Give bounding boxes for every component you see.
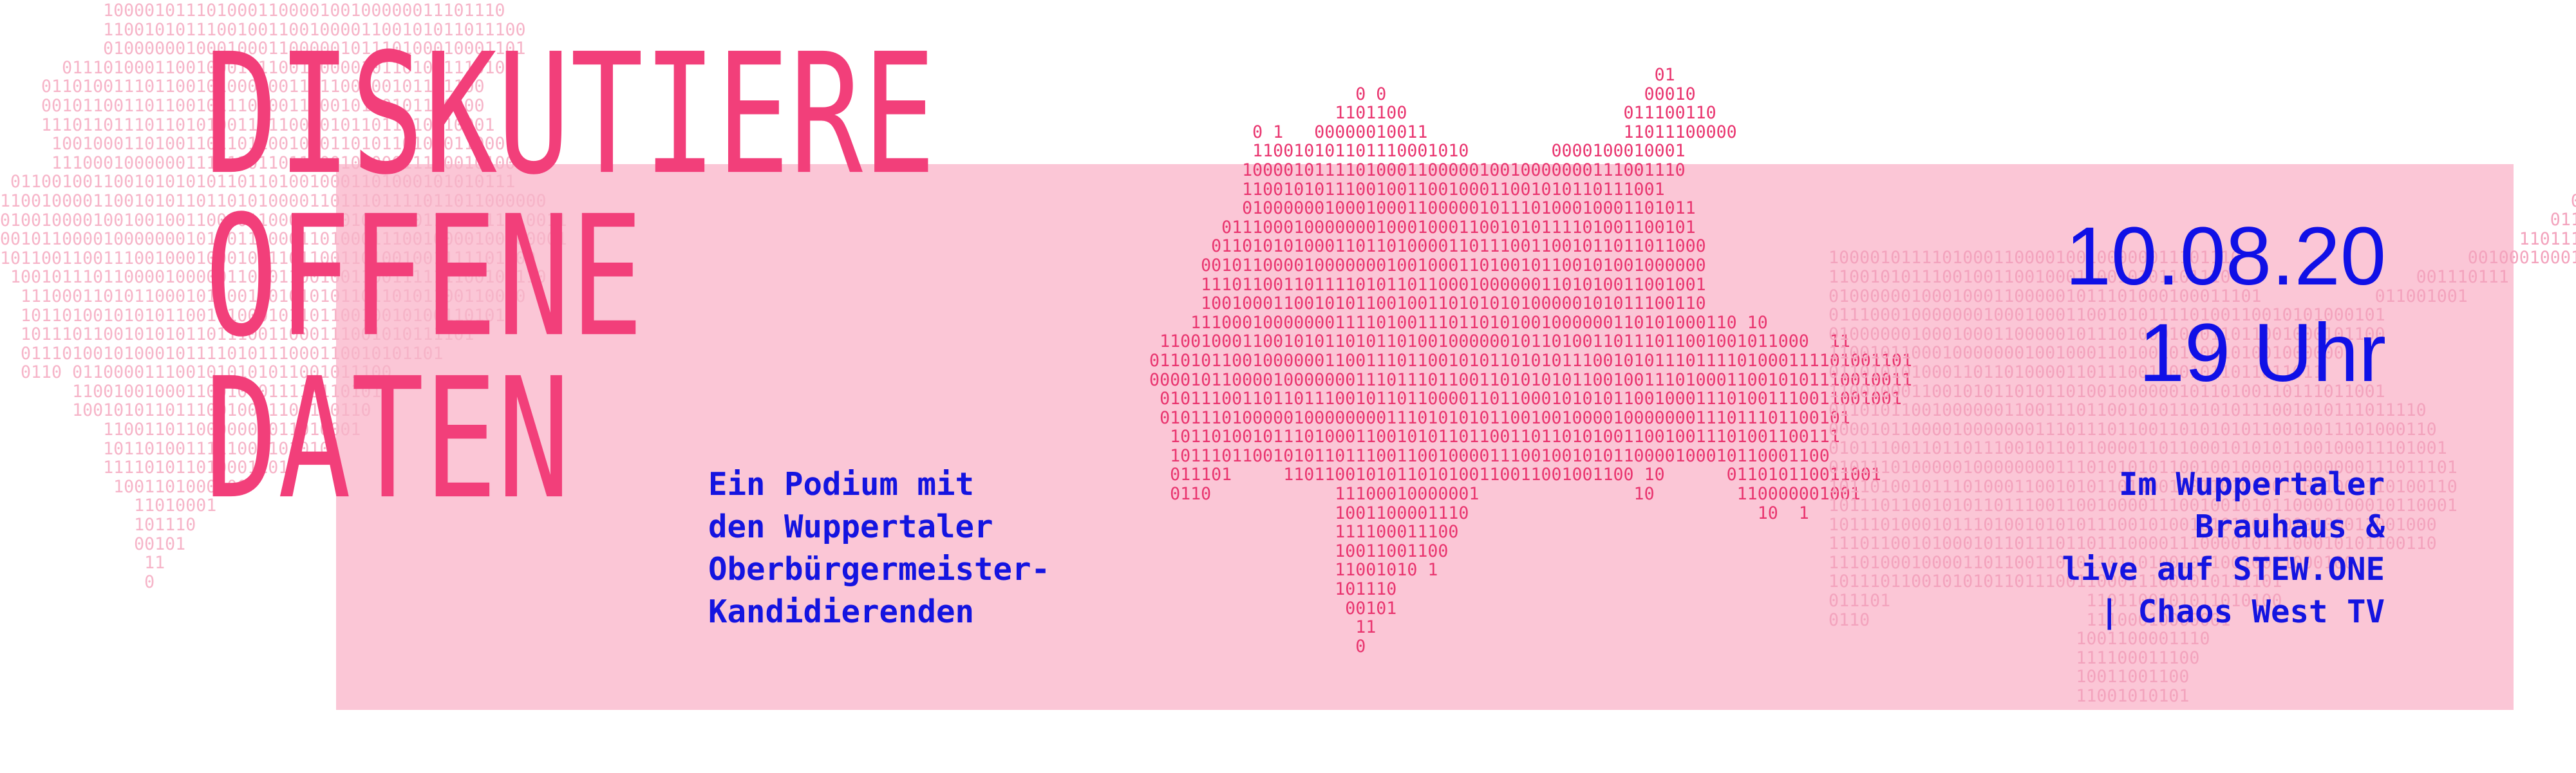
subtitle: Ein Podium mit den Wuppertaler Oberbürge… [708,463,1050,633]
venue-line-1: Im Wuppertaler [2118,466,2385,503]
subtitle-line-2: den Wuppertaler [708,508,993,545]
event-banner: 100001011101000110000100100000011101110 … [0,0,2576,773]
venue-info: Im Wuppertaler Brauhaus & live auf STEW.… [2062,463,2385,633]
venue-line-3: live auf STEW.ONE [2062,551,2385,588]
venue-line-4: | Chaos West TV [2100,593,2385,630]
subtitle-line-1: Ein Podium mit [708,466,975,503]
venue-line-2: Brauhaus & [2194,508,2385,545]
event-time: 19 Uhr [2138,307,2386,399]
event-date: 10.08.20 [2065,210,2386,303]
event-datetime: 10.08.20 19 Uhr [2065,209,2386,402]
subtitle-line-4: Kandidierenden [708,593,975,630]
subtitle-line-3: Oberbürgermeister- [708,551,1051,588]
